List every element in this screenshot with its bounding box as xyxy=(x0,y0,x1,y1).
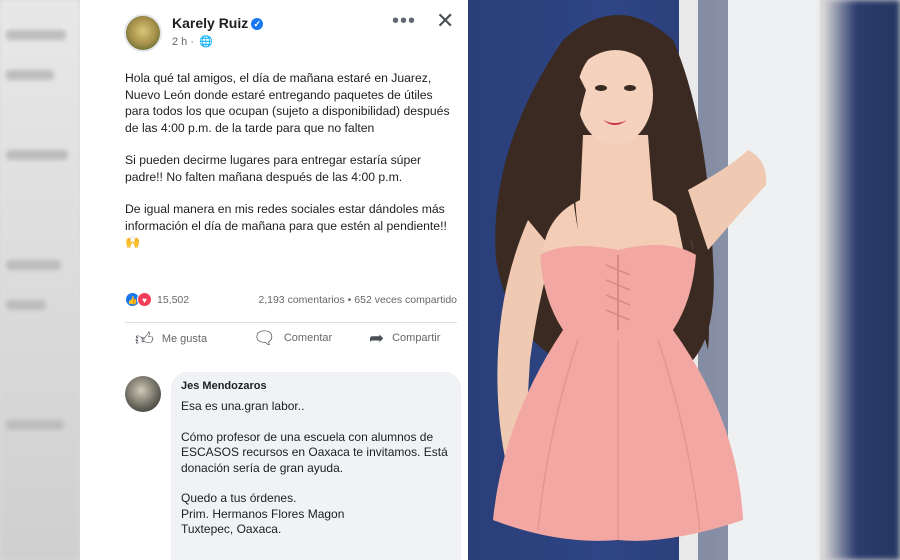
thumbs-up-icon: 👍︎ xyxy=(135,329,154,349)
comment-line: Cómo profesor de una escuela con alumnos… xyxy=(181,429,448,475)
share-label: Compartir xyxy=(392,332,441,344)
comment-line: Esa es una.gran labor.. xyxy=(181,399,305,413)
comment-button[interactable]: 🗨 Comentar xyxy=(253,328,332,362)
comment-bubble: Jes Mendozaros Esa es una.gran labor.. C… xyxy=(171,372,461,560)
love-reaction-icon[interactable]: ♥ xyxy=(137,292,152,307)
share-button[interactable]: ➦ Compartir xyxy=(369,328,440,362)
author-name[interactable]: Karely Ruiz ✓ xyxy=(172,15,264,31)
author-name-text[interactable]: Karely Ruiz xyxy=(172,15,248,31)
like-label: Me gusta xyxy=(161,333,208,345)
comment: Jes Mendozaros Esa es una.gran labor.. C… xyxy=(125,372,465,560)
facebook-post: Karely Ruiz ✓ 2 h · 🌐 ••• ✕ Hola qué tal … xyxy=(80,0,468,560)
post-timestamp[interactable]: 2 h · 🌐 xyxy=(172,35,213,48)
verified-badge-icon: ✓ xyxy=(251,18,264,30)
woman-illustration xyxy=(493,0,820,560)
comment-line: Tuxtepec, Oaxaca. xyxy=(181,522,282,536)
post-paragraph: De igual manera en mis redes sociales es… xyxy=(125,202,447,249)
reaction-count[interactable]: 15,502 xyxy=(157,294,189,306)
timestamp-text[interactable]: 2 h · xyxy=(172,36,194,48)
commenter-avatar[interactable] xyxy=(125,376,161,412)
speech-bubble-icon: 🗨 xyxy=(253,328,276,348)
comment-share-counts[interactable]: 2,193 comentarios • 652 veces compartido xyxy=(258,294,457,306)
close-icon[interactable]: ✕ xyxy=(436,8,454,34)
more-options-icon[interactable]: ••• xyxy=(392,10,416,33)
post-actions: 👍︎ Me gusta 🗨 Comentar ➦ Compartir xyxy=(125,328,457,362)
post-paragraph: Hola qué tal amigos, el día de mañana es… xyxy=(125,71,450,135)
comment-text: Esa es una.gran labor.. Cómo profesor de… xyxy=(181,399,451,538)
comment-label: Comentar xyxy=(283,332,333,344)
divider xyxy=(125,322,457,323)
post-header: Karely Ruiz ✓ 2 h · 🌐 ••• ✕ xyxy=(80,0,468,62)
blurred-background-right xyxy=(820,0,900,560)
share-arrow-icon: ➦ xyxy=(369,328,385,348)
author-avatar[interactable] xyxy=(124,14,162,52)
globe-icon: 🌐 xyxy=(199,36,213,48)
like-button[interactable]: 👍︎ Me gusta xyxy=(135,328,207,362)
post-body: Hola qué tal amigos, el día de mañana es… xyxy=(125,70,460,267)
comment-line: Quedo a tus órdenes. xyxy=(181,491,297,505)
blurred-background-left xyxy=(0,0,80,560)
post-paragraph: Si pueden decirme lugares para entregar … xyxy=(125,153,422,184)
comment-line: Prim. Hermanos Flores Magon xyxy=(181,506,345,521)
woman-photo xyxy=(468,0,820,560)
post-stats: 👍 ♥ 15,502 2,193 comentarios • 652 veces… xyxy=(125,292,457,310)
commenter-name[interactable]: Jes Mendozaros xyxy=(181,380,267,392)
